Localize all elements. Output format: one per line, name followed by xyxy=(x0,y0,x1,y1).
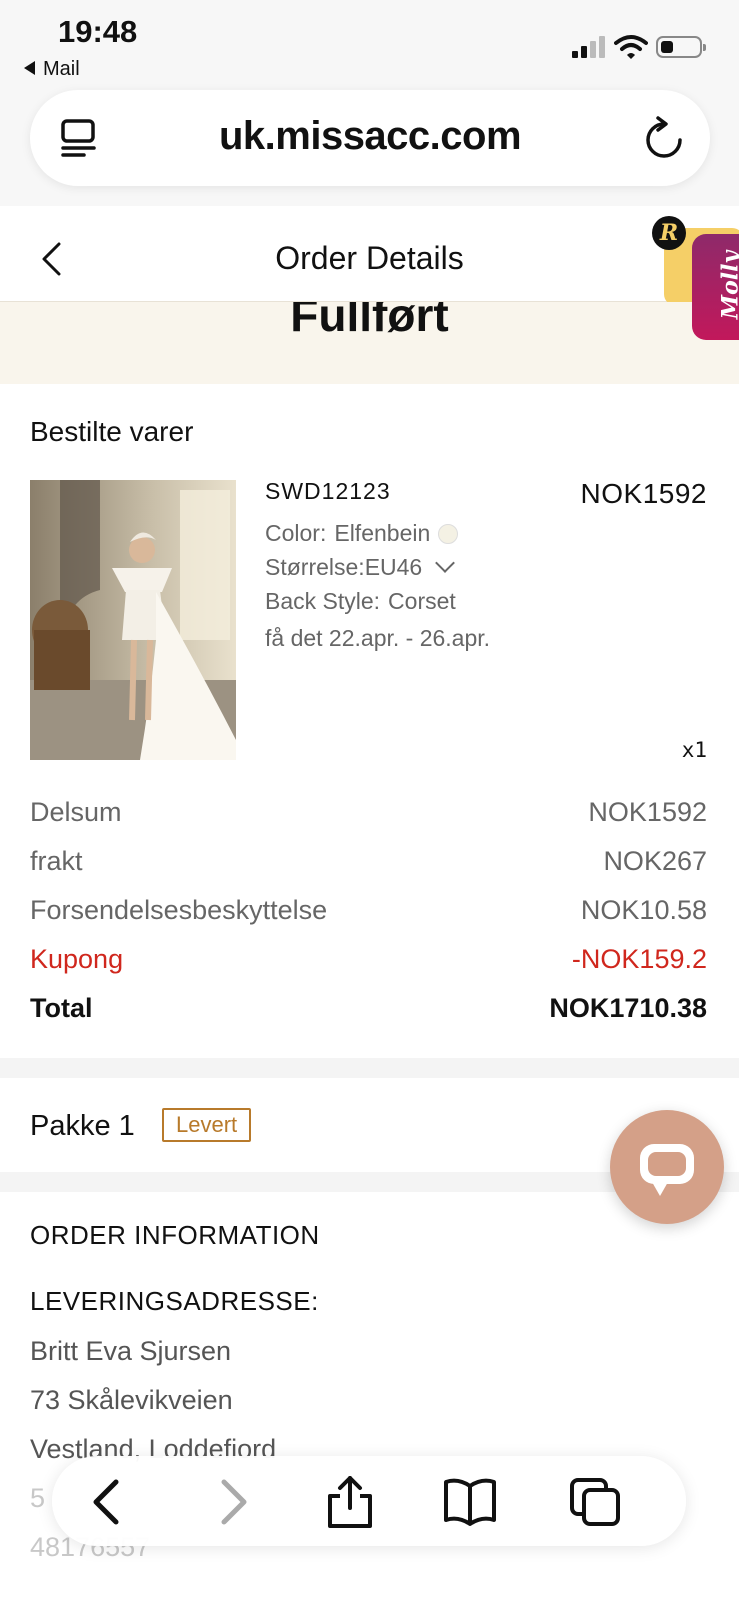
coupon-label: Kupong xyxy=(30,944,124,974)
address-postal: 5 xyxy=(30,1483,46,1513)
package-label[interactable]: Pakke 1 xyxy=(30,1110,135,1143)
address-street: 73 Skålevikveien xyxy=(30,1385,233,1415)
size-value: EU46 xyxy=(364,554,423,580)
shipping-label: frakt xyxy=(30,846,83,876)
delivery-estimate: få det 22.apr. - 26.apr. xyxy=(265,625,491,651)
ordered-items-title: Bestilte varer xyxy=(30,416,194,447)
product-image[interactable] xyxy=(30,480,236,760)
size-attribute[interactable]: Størrelse:EU46 xyxy=(265,553,456,581)
rewards-badge-icon[interactable]: R xyxy=(652,216,686,250)
bookmarks-icon[interactable] xyxy=(442,1476,498,1528)
tabs-icon[interactable] xyxy=(568,1476,624,1528)
shipping-value: NOK267 xyxy=(603,846,707,876)
back-style-value: Corset xyxy=(388,588,456,614)
forward-icon[interactable] xyxy=(204,1476,260,1528)
clock: 19:48 xyxy=(58,14,138,49)
url-text[interactable]: uk.missacc.com xyxy=(30,114,710,159)
back-triangle-icon xyxy=(24,61,35,75)
molly-label: Molly xyxy=(717,250,739,320)
browser-toolbar xyxy=(52,1456,686,1546)
recipient-name: Britt Eva Sjursen xyxy=(30,1336,232,1366)
cellular-signal-icon xyxy=(572,36,606,58)
back-style-label: Back Style: xyxy=(265,588,381,614)
share-icon[interactable] xyxy=(322,1476,378,1528)
protection-label: Forsendelsesbeskyttelse xyxy=(30,895,328,925)
page-title: Order Details xyxy=(275,240,464,276)
quantity: x1 xyxy=(681,738,707,762)
address-bar[interactable]: uk.missacc.com xyxy=(30,90,710,186)
back-app-label: Mail xyxy=(43,58,80,80)
color-attribute: Color: Elfenbein xyxy=(265,520,459,547)
chevron-down-icon[interactable] xyxy=(435,553,456,573)
reload-icon[interactable] xyxy=(644,116,684,160)
molly-side-tab[interactable]: Molly xyxy=(692,234,739,340)
size-label: Størrelse: xyxy=(265,554,365,580)
browser-address-area: uk.missacc.com xyxy=(0,86,739,206)
order-info-title: ORDER INFORMATION xyxy=(30,1220,320,1250)
order-status-band: Fullført xyxy=(0,302,739,384)
delivery-address-label: LEVERINGSADRESSE: xyxy=(30,1286,319,1316)
color-value: Elfenbein xyxy=(334,520,431,546)
wifi-icon xyxy=(614,35,648,59)
protection-value: NOK10.58 xyxy=(580,895,707,925)
back-icon[interactable] xyxy=(80,1476,136,1528)
battery-icon xyxy=(656,36,706,58)
color-swatch-icon xyxy=(438,524,459,544)
back-style-attribute: Back Style: Corset xyxy=(265,588,456,615)
page-header: Order Details R Molly xyxy=(0,206,739,340)
total-value: NOK1710.38 xyxy=(549,993,707,1023)
total-label: Total xyxy=(30,993,93,1023)
status-bar: 19:48 Mail xyxy=(0,0,739,86)
back-to-app-link[interactable]: Mail xyxy=(24,58,80,81)
product-sku: SWD12123 xyxy=(265,478,391,504)
package-status-badge: Levert xyxy=(162,1108,252,1142)
product-price: NOK1592 xyxy=(580,478,707,509)
subtotal-value: NOK1592 xyxy=(588,797,707,827)
subtotal-label: Delsum xyxy=(30,797,122,827)
coupon-value: -NOK159.2 xyxy=(571,944,707,974)
section-divider xyxy=(0,1058,739,1078)
order-status-text: Fullført xyxy=(290,302,449,341)
color-label: Color: xyxy=(265,520,327,546)
dress-photo-illustration xyxy=(30,480,236,760)
chat-support-button[interactable] xyxy=(610,1110,724,1224)
